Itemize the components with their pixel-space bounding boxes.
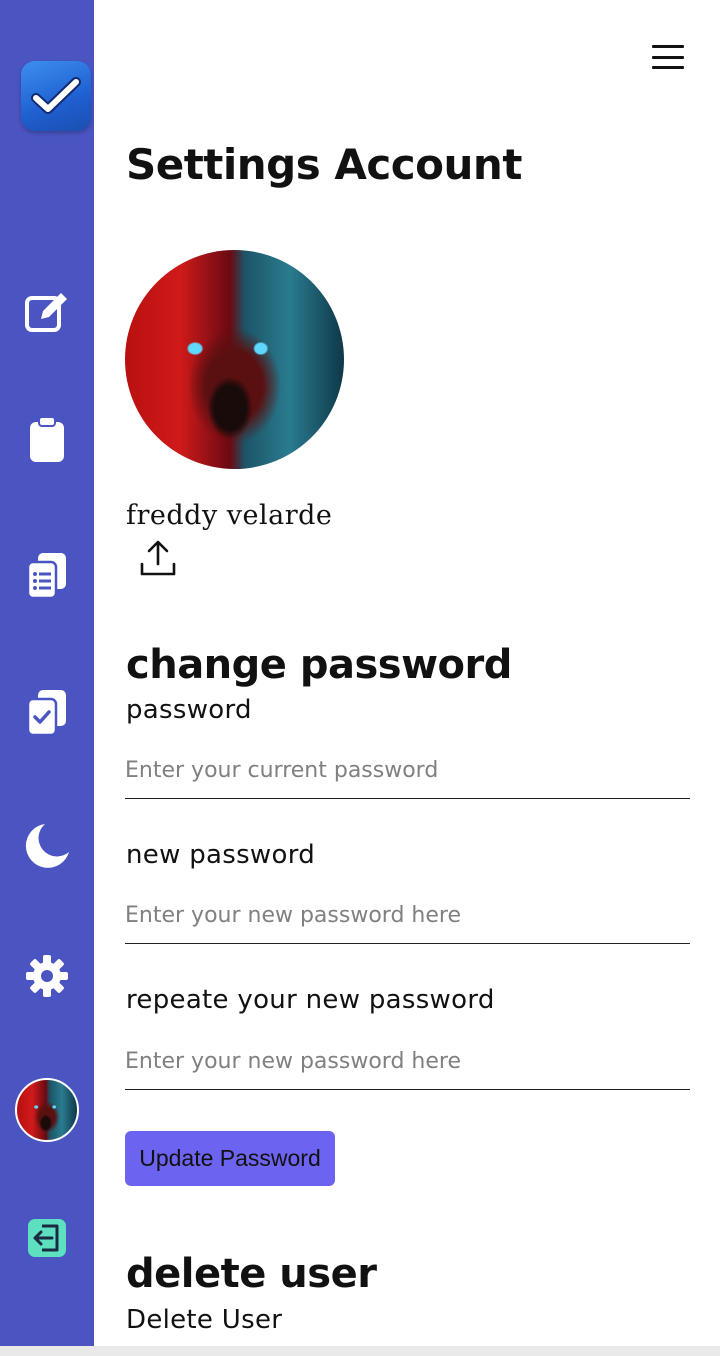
moon-icon bbox=[25, 824, 70, 868]
bottom-edge bbox=[0, 1346, 720, 1356]
delete-user-heading: delete user bbox=[126, 1251, 377, 1297]
sidebar-item-logout[interactable] bbox=[0, 1203, 94, 1273]
sidebar-item-profile[interactable] bbox=[0, 1075, 94, 1145]
avatar bbox=[15, 1078, 79, 1142]
sidebar-item-completed[interactable] bbox=[0, 677, 94, 747]
clipboard-check-icon bbox=[26, 690, 66, 737]
sidebar-item-settings[interactable] bbox=[0, 941, 94, 1011]
current-password-input[interactable] bbox=[125, 749, 690, 799]
change-password-heading: change password bbox=[126, 642, 512, 688]
upload-icon[interactable] bbox=[138, 538, 178, 578]
delete-user-label: Delete User bbox=[126, 1305, 283, 1335]
page-title: Settings Account bbox=[126, 140, 522, 189]
sidebar bbox=[0, 0, 94, 1346]
sidebar-item-task-list[interactable] bbox=[0, 540, 94, 610]
sidebar-item-dark-mode[interactable] bbox=[0, 811, 94, 881]
current-password-label: password bbox=[126, 695, 252, 725]
repeat-password-input[interactable] bbox=[125, 1040, 690, 1090]
repeat-password-label: repeate your new password bbox=[126, 985, 495, 1015]
update-password-button[interactable]: Update Password bbox=[125, 1131, 335, 1186]
sidebar-item-clipboard[interactable] bbox=[0, 405, 94, 475]
checkmark-app-icon[interactable] bbox=[21, 61, 91, 131]
gear-icon bbox=[26, 955, 68, 997]
new-password-label: new password bbox=[126, 840, 316, 870]
profile-avatar bbox=[125, 250, 344, 469]
profile-name: freddy velarde bbox=[126, 500, 333, 531]
sidebar-item-edit[interactable] bbox=[0, 277, 94, 347]
hamburger-menu-icon[interactable] bbox=[648, 40, 688, 74]
clipboard-icon bbox=[30, 416, 64, 462]
new-password-input[interactable] bbox=[125, 894, 690, 944]
logout-icon bbox=[28, 1219, 66, 1257]
clipboard-list-icon bbox=[26, 553, 66, 600]
edit-note-icon bbox=[25, 293, 67, 332]
